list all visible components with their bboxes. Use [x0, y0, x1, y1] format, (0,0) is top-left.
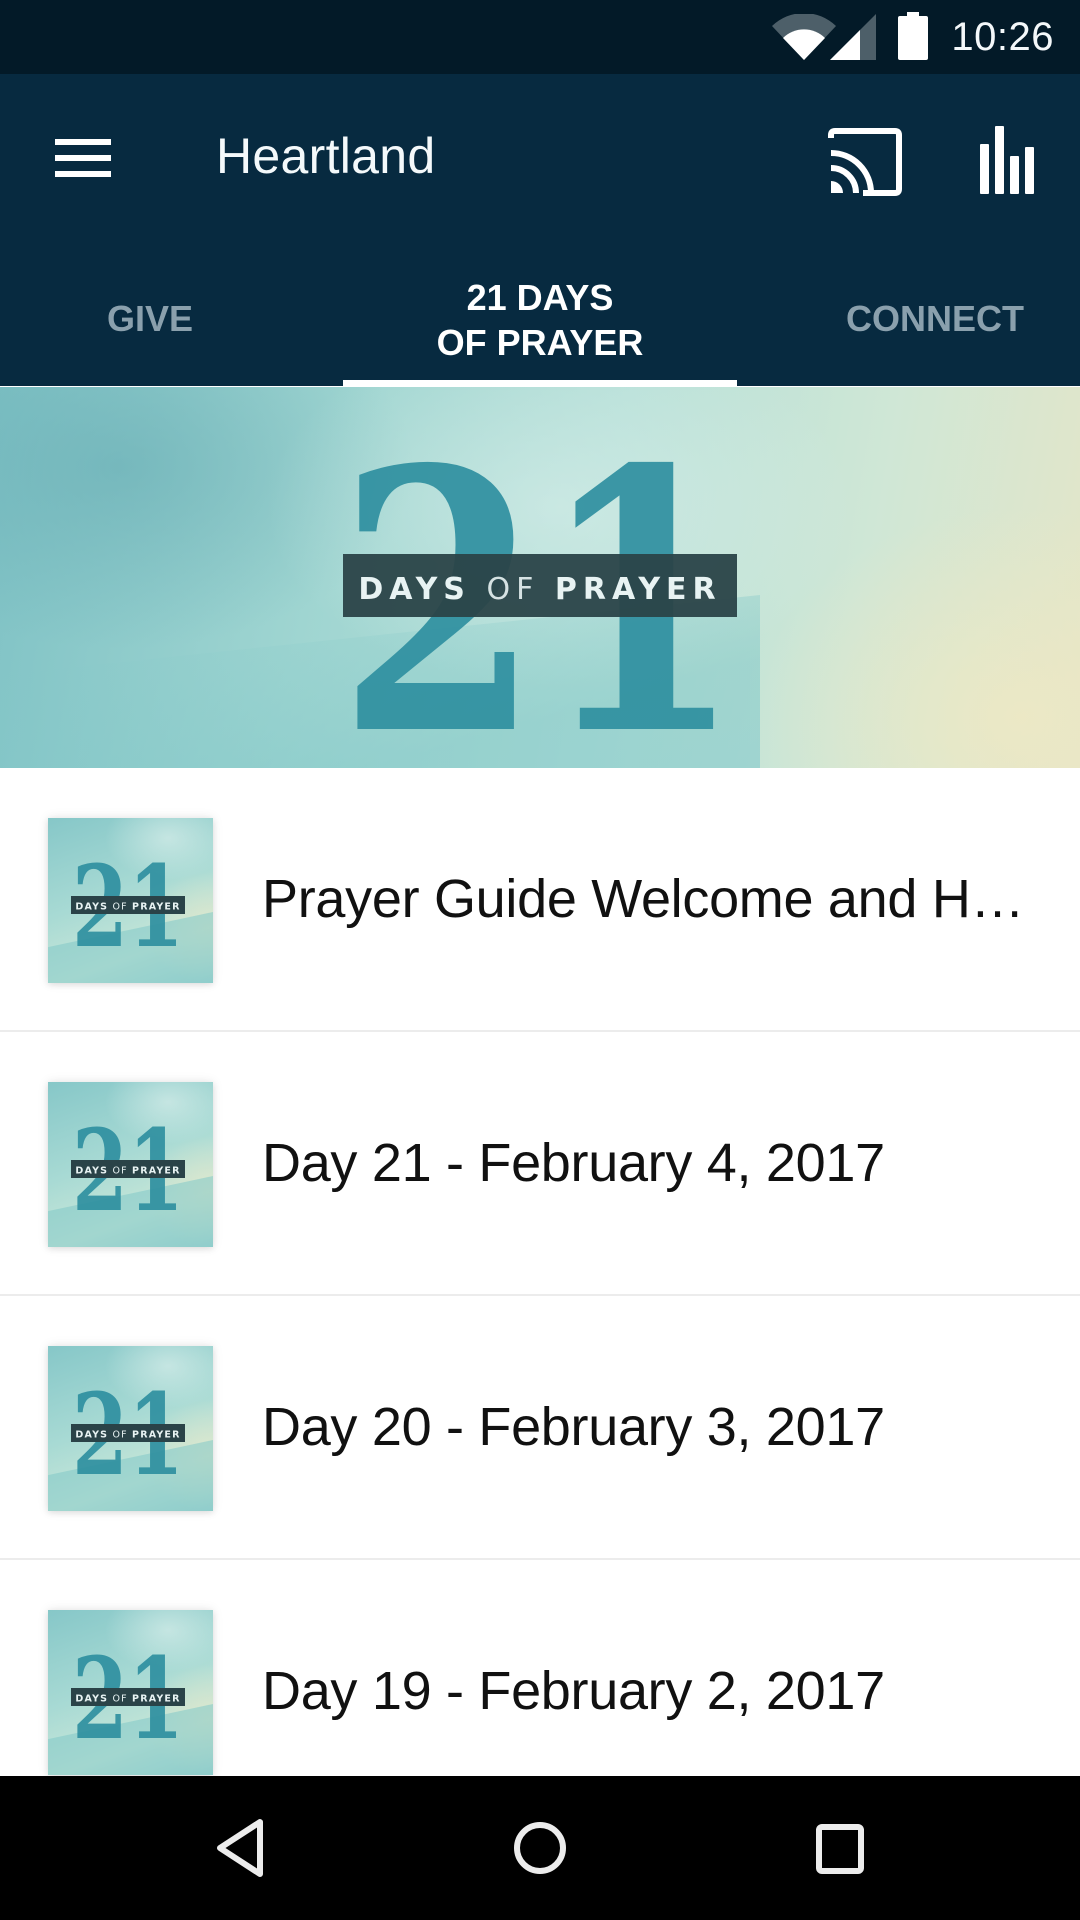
tab-connect[interactable]: CONNECT: [800, 250, 1070, 386]
thumbnail-caption-of: OF: [112, 1166, 127, 1177]
thumbnail-caption-of: OF: [112, 1430, 127, 1441]
stats-button[interactable]: [966, 118, 1046, 202]
thumbnail-caption-prayer: PRAYER: [132, 902, 181, 913]
thumbnail-artwork: 21 DAYS OF PRAYER: [71, 842, 185, 973]
thumbnail-artwork: 21 DAYS OF PRAYER: [71, 1634, 185, 1765]
tab-prayer-label-line2: OF PRAYER: [436, 322, 644, 363]
tab-give[interactable]: GIVE: [0, 250, 300, 386]
hamburger-menu-icon: [55, 139, 111, 177]
back-icon: [217, 1819, 263, 1877]
thumbnail-caption: DAYS OF PRAYER: [75, 1430, 180, 1441]
thumbnail-caption-days: DAYS: [75, 1166, 108, 1177]
hero-banner: 21 DAYS OF PRAYER: [0, 387, 1080, 768]
list-item[interactable]: 21 DAYS OF PRAYER Prayer Guide Welcome a…: [0, 768, 1080, 1032]
status-bar: 10:26: [0, 0, 1080, 74]
item-thumbnail: 21 DAYS OF PRAYER: [48, 1082, 213, 1247]
list-item[interactable]: 21 DAYS OF PRAYER Day 21 - February 4, 2…: [0, 1032, 1080, 1296]
screen: 10:26 Heartland GIVE 21 DAYS OF PRAYER C…: [0, 0, 1080, 1920]
thumbnail-caption-prayer: PRAYER: [132, 1430, 181, 1441]
menu-button[interactable]: [38, 118, 128, 198]
item-title-text: Day 21 - February 4, 2017: [262, 1133, 885, 1193]
item-title-text: Day 20 - February 3, 2017: [262, 1397, 885, 1457]
wifi-icon: [772, 14, 836, 60]
thumbnail-caption: DAYS OF PRAYER: [75, 902, 180, 913]
thumbnail-caption-of: OF: [112, 1694, 127, 1705]
home-button[interactable]: [495, 1808, 585, 1888]
recents-button[interactable]: [795, 1808, 885, 1888]
banner-word-days: DAYS: [358, 572, 471, 607]
prayer-list: 21 DAYS OF PRAYER Prayer Guide Welcome a…: [0, 768, 1080, 1824]
item-title-text: Day 19 - February 2, 2017: [262, 1661, 885, 1721]
item-thumbnail: 21 DAYS OF PRAYER: [48, 818, 213, 983]
item-title: Day 20 - February 3, 2017: [262, 1296, 1036, 1558]
cell-signal-icon: [830, 14, 876, 60]
item-title-text: Prayer Guide Welcome and How to Use: [262, 869, 1036, 929]
thumbnail-caption-days: DAYS: [75, 1430, 108, 1441]
cast-icon: [828, 128, 902, 196]
bar-chart-icon: [980, 126, 1034, 194]
banner-label: DAYS OF PRAYER: [358, 572, 721, 607]
item-thumbnail: 21 DAYS OF PRAYER: [48, 1346, 213, 1511]
app-title: Heartland: [216, 128, 436, 184]
thumbnail-artwork: 21 DAYS OF PRAYER: [71, 1370, 185, 1501]
list-item[interactable]: 21 DAYS OF PRAYER Day 20 - February 3, 2…: [0, 1296, 1080, 1560]
thumbnail-artwork: 21 DAYS OF PRAYER: [71, 1106, 185, 1237]
app-bar: Heartland GIVE 21 DAYS OF PRAYER CONNECT: [0, 74, 1080, 386]
tab-connect-label: CONNECT: [846, 297, 1024, 339]
tab-prayer-label-line1: 21 DAYS: [466, 277, 614, 318]
tab-give-label: GIVE: [106, 297, 194, 339]
banner-word-prayer: PRAYER: [555, 572, 722, 607]
cast-button[interactable]: [820, 122, 910, 202]
item-thumbnail: 21 DAYS OF PRAYER: [48, 1610, 213, 1775]
thumbnail-caption-of: OF: [112, 902, 127, 913]
thumbnail-caption: DAYS OF PRAYER: [75, 1166, 180, 1177]
status-time: 10:26: [951, 15, 1054, 59]
thumbnail-caption: DAYS OF PRAYER: [75, 1694, 180, 1705]
tab-bar: GIVE 21 DAYS OF PRAYER CONNECT: [0, 250, 1080, 386]
thumbnail-caption-days: DAYS: [75, 902, 108, 913]
banner-artwork: 21 DAYS OF PRAYER: [338, 417, 742, 747]
back-button[interactable]: [195, 1808, 285, 1888]
item-title: Prayer Guide Welcome and How to Use: [262, 768, 1036, 1030]
item-title: Day 21 - February 4, 2017: [262, 1032, 1036, 1294]
thumbnail-caption-prayer: PRAYER: [132, 1694, 181, 1705]
recents-icon: [816, 1824, 864, 1874]
tab-21-days-of-prayer[interactable]: 21 DAYS OF PRAYER: [343, 250, 737, 386]
battery-icon: [898, 12, 928, 60]
banner-word-of: OF: [486, 572, 539, 607]
thumbnail-caption-prayer: PRAYER: [132, 1166, 181, 1177]
home-icon: [514, 1822, 566, 1874]
thumbnail-caption-days: DAYS: [75, 1694, 108, 1705]
system-nav-bar: [0, 1776, 1080, 1920]
active-tab-indicator: [343, 380, 737, 387]
